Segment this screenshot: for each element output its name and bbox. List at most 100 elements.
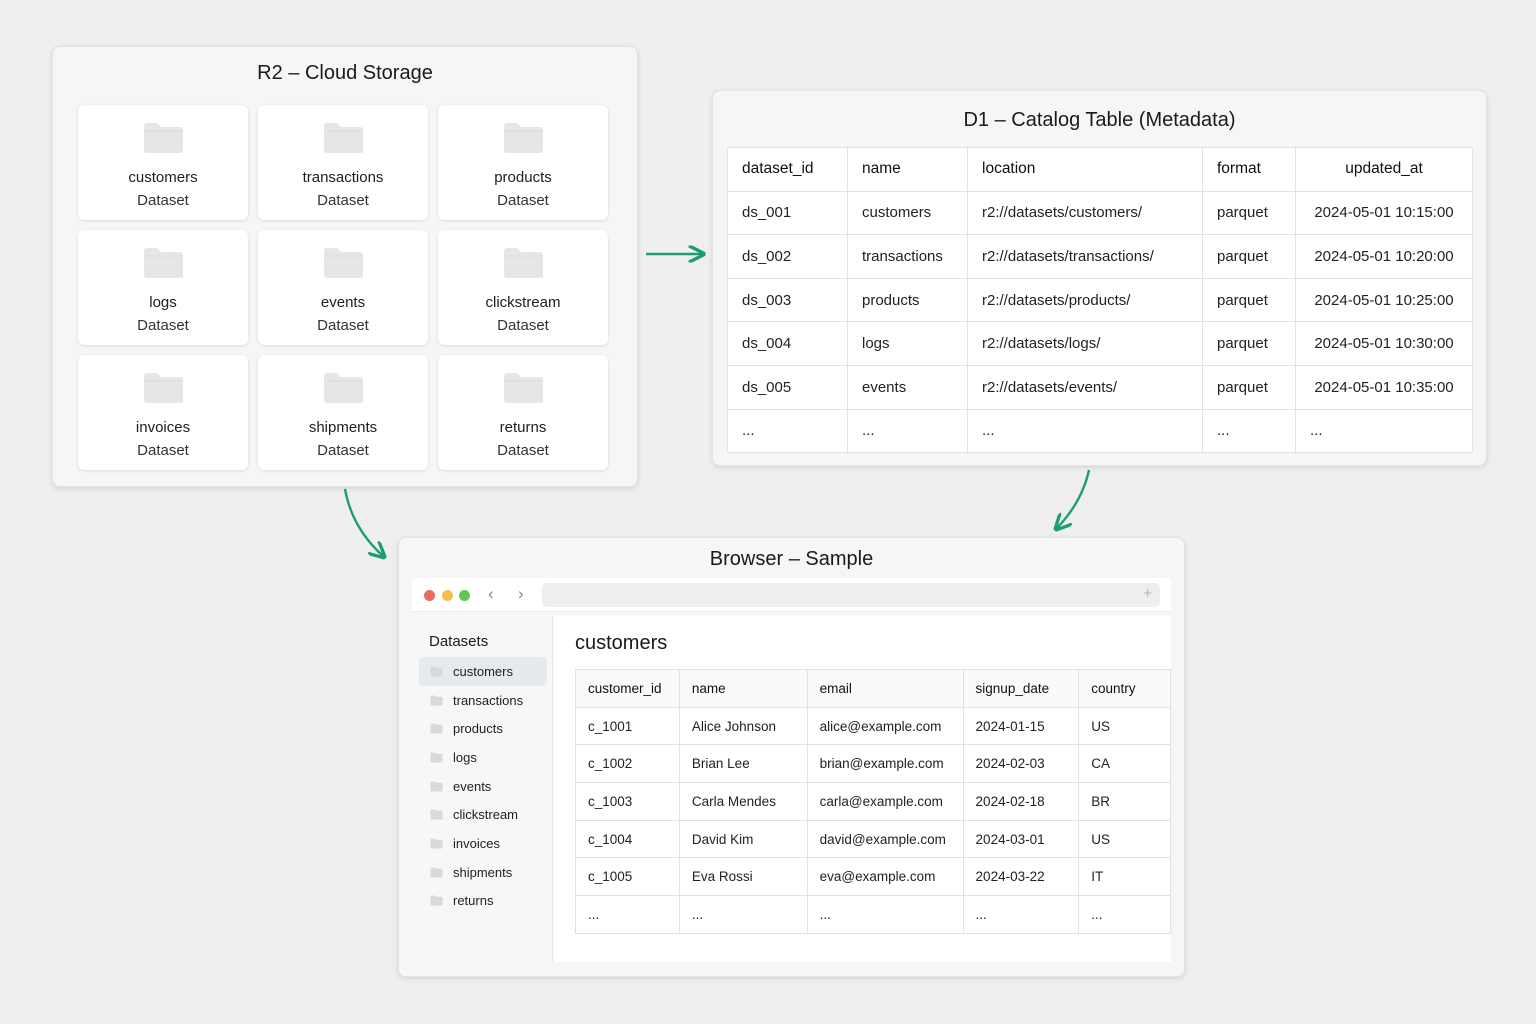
- sample-cell-name: Brian Lee: [678, 744, 808, 784]
- sidebar-item-logs[interactable]: logs: [419, 743, 547, 772]
- folder-icon: [430, 695, 443, 706]
- sample-table-row[interactable]: c_1005 Eva Rossi eva@example.com 2024-03-22…: [575, 857, 1171, 897]
- d1-catalog-panel: D1 – Catalog Table (Metadata) dataset_id…: [712, 90, 1487, 466]
- catalog-cell-updated-at: 2024-05-01 10:35:00: [1295, 364, 1473, 410]
- sidebar-item-returns[interactable]: returns: [419, 887, 547, 916]
- sample-cell-email: ...: [806, 895, 964, 934]
- sidebar-item-label: shipments: [453, 864, 513, 880]
- sample-table-row[interactable]: c_1002 Brian Lee brian@example.com 2024-02-…: [575, 744, 1171, 784]
- dataset-tile-type: Dataset: [137, 317, 189, 334]
- catalog-cell-name: customers: [847, 190, 968, 236]
- folder-icon: [430, 723, 443, 734]
- catalog-cell-dataset-id: ds_004: [727, 321, 848, 366]
- sidebar-item-clickstream[interactable]: clickstream: [419, 800, 547, 829]
- catalog-column-header-name: name: [847, 147, 968, 192]
- folder-icon: [430, 781, 443, 792]
- dataset-tile-customers[interactable]: customers Dataset: [78, 105, 248, 220]
- catalog-cell-format: parquet: [1202, 364, 1296, 410]
- sample-cell-customer-id: c_1004: [575, 819, 680, 859]
- catalog-header-row: dataset_id name location format updated_at: [727, 147, 1473, 192]
- folder-icon: [504, 248, 543, 278]
- dataset-tile-type: Dataset: [137, 442, 189, 459]
- sidebar-item-label: logs: [453, 749, 477, 765]
- sidebar-item-label: clickstream: [453, 807, 519, 823]
- dataset-tile-returns[interactable]: returns Dataset: [438, 355, 608, 470]
- catalog-table-row[interactable]: ds_003 products r2://datasets/products/par…: [727, 277, 1473, 323]
- dataset-tile-logs[interactable]: logs Dataset: [78, 230, 248, 345]
- dataset-tile-shipments[interactable]: shipments Dataset: [258, 355, 428, 470]
- address-bar[interactable]: +: [542, 583, 1160, 607]
- catalog-cell-location: ...: [967, 408, 1203, 454]
- browser-toolbar: ‹ › +: [412, 578, 1171, 612]
- minimize-window-dot-icon[interactable]: [442, 590, 453, 601]
- maximize-window-dot-icon[interactable]: [459, 590, 470, 601]
- dataset-tile-clickstream[interactable]: clickstream Dataset: [438, 230, 608, 345]
- sidebar-item-customers[interactable]: customers: [419, 657, 547, 686]
- sample-column-header-customer-id: customer_id: [575, 669, 680, 708]
- catalog-column-header-dataset-id: dataset_id: [727, 147, 848, 192]
- folder-icon: [324, 248, 363, 278]
- sidebar-item-label: transactions: [453, 692, 524, 708]
- dataset-tile-name: returns: [499, 419, 547, 436]
- catalog-cell-location: r2://datasets/events/: [967, 364, 1203, 410]
- folder-icon: [504, 123, 543, 153]
- close-window-dot-icon[interactable]: [424, 590, 435, 601]
- sidebar-item-transactions[interactable]: transactions: [419, 686, 547, 715]
- dataset-tile-invoices[interactable]: invoices Dataset: [78, 355, 248, 470]
- catalog-cell-location: r2://datasets/customers/: [967, 190, 1203, 236]
- browser-panel-title: Browser – Sample: [709, 548, 874, 570]
- sidebar-item-products[interactable]: products: [419, 714, 547, 743]
- sidebar-item-label: customers: [453, 663, 513, 679]
- catalog-table-row[interactable]: ...............: [727, 408, 1473, 454]
- sidebar-item-events[interactable]: events: [419, 772, 547, 801]
- sidebar-list: customers transactions products logs eve…: [419, 657, 547, 915]
- catalog-table-row[interactable]: ds_001 customers r2://datasets/customers/p…: [727, 190, 1473, 236]
- sample-cell-customer-id: c_1003: [575, 782, 680, 821]
- catalog-table-row[interactable]: ds_005 events r2://datasets/events/parquet…: [727, 364, 1473, 410]
- folder-icon: [430, 895, 443, 906]
- dataset-tile-transactions[interactable]: transactions Dataset: [258, 105, 428, 220]
- folder-icon: [430, 809, 443, 820]
- sample-cell-customer-id: c_1001: [575, 706, 680, 746]
- chevron-right-icon[interactable]: ›: [518, 584, 524, 604]
- folder-icon: [144, 123, 183, 153]
- catalog-cell-dataset-id: ds_005: [727, 364, 848, 410]
- sidebar-item-invoices[interactable]: invoices: [419, 829, 547, 858]
- dataset-tile-name: products: [494, 169, 552, 186]
- folder-icon: [144, 248, 183, 278]
- sample-cell-country: US: [1078, 706, 1171, 746]
- arrow-d1-to-browser: [1057, 469, 1091, 528]
- catalog-column-header-updated-at: updated_at: [1295, 147, 1473, 192]
- browser-content-area: Datasets customers transactions products…: [412, 616, 1171, 962]
- sample-cell-signup-date: ...: [962, 895, 1080, 934]
- catalog-cell-dataset-id: ds_002: [727, 234, 848, 279]
- catalog-cell-updated-at: 2024-05-01 10:30:00: [1295, 321, 1473, 366]
- catalog-column-header-location: location: [967, 147, 1203, 192]
- catalog-cell-updated-at: 2024-05-01 10:15:00: [1295, 190, 1473, 236]
- sample-table: customer_id name email signup_date country c…: [575, 669, 1171, 934]
- folder-icon: [430, 752, 443, 763]
- dataset-tile-name: customers: [128, 169, 198, 186]
- sample-table-row[interactable]: ...............: [575, 895, 1171, 934]
- chevron-left-icon[interactable]: ‹: [488, 584, 494, 604]
- dataset-tile-type: Dataset: [497, 192, 549, 209]
- dataset-tile-products[interactable]: products Dataset: [438, 105, 608, 220]
- plus-icon[interactable]: +: [1143, 585, 1152, 602]
- catalog-column-header-format: format: [1202, 147, 1296, 192]
- catalog-table-row[interactable]: ds_004 logs r2://datasets/logs/parquet 2024…: [727, 321, 1473, 366]
- sidebar-item-shipments[interactable]: shipments: [419, 858, 547, 887]
- sample-table-row[interactable]: c_1004 David Kim david@example.com 2024-03-…: [575, 819, 1171, 859]
- r2-cloud-storage-panel: R2 – Cloud Storage customers Dataset tra…: [52, 46, 638, 487]
- catalog-table-row[interactable]: ds_002 transactions r2://datasets/transact…: [727, 234, 1473, 279]
- sample-table-row[interactable]: c_1001 Alice Johnson alice@example.com 2024…: [575, 706, 1171, 746]
- sample-cell-customer-id: c_1005: [575, 857, 680, 897]
- sample-cell-email: david@example.com: [806, 819, 964, 859]
- sample-table-row[interactable]: c_1003 Carla Mendes carla@example.com 2024-…: [575, 782, 1171, 821]
- sample-cell-name: ...: [678, 895, 808, 934]
- dataset-tile-name: invoices: [135, 419, 191, 436]
- dataset-tile-name: transactions: [302, 169, 384, 186]
- catalog-cell-format: parquet: [1202, 190, 1296, 236]
- sample-cell-email: brian@example.com: [806, 744, 964, 784]
- dataset-tile-events[interactable]: events Dataset: [258, 230, 428, 345]
- browser-sample-panel: Browser – Sample ‹ › + Datasets customer…: [398, 537, 1185, 977]
